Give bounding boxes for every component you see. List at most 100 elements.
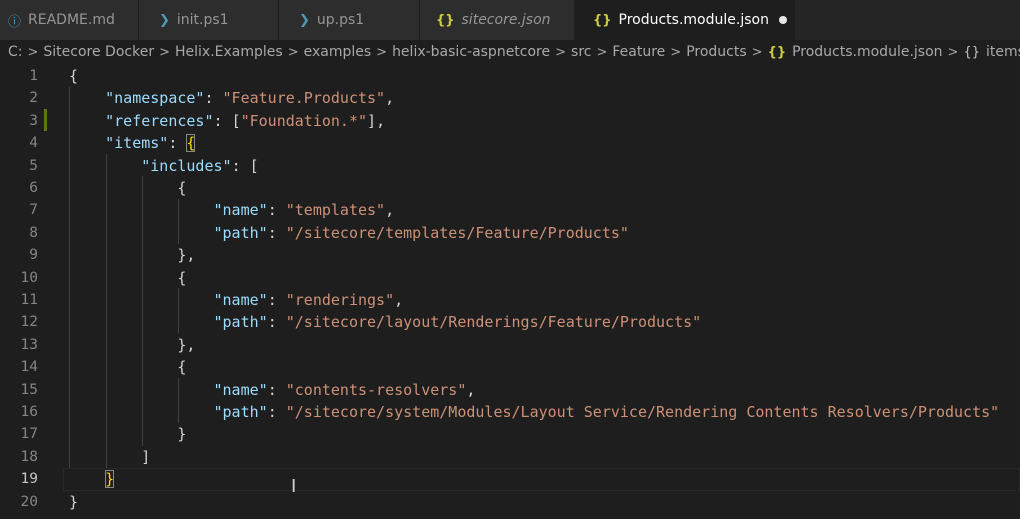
line-number: 4: [29, 135, 38, 152]
code-text: {: [69, 67, 79, 85]
breadcrumb-item[interactable]: Helix.Examples: [175, 44, 283, 60]
line-number: 7: [29, 202, 38, 219]
code-text: "name": "renderings",: [213, 291, 404, 309]
code-line: 16 "path": "/sitecore/system/Modules/Lay…: [0, 401, 1020, 423]
tab-init-ps1[interactable]: ❯ init.ps1: [139, 0, 279, 40]
tab-readme[interactable]: ⓘ README.md: [0, 0, 139, 40]
code-line: 12 "path": "/sitecore/layout/Renderings/…: [0, 311, 1020, 333]
tab-up-ps1[interactable]: ❯ up.ps1: [279, 0, 420, 40]
tab-label: Products.module.json: [618, 12, 769, 28]
bracket-match: {: [186, 134, 196, 153]
line-number: 5: [29, 157, 38, 174]
line-number: 13: [20, 336, 38, 353]
code-text: {: [177, 268, 187, 287]
tab-label: init.ps1: [176, 12, 229, 28]
code-line: 14 {: [0, 356, 1020, 378]
code-line: 13 },: [0, 334, 1020, 356]
chevron-right-icon: >: [287, 44, 299, 60]
code-text: }: [177, 425, 187, 444]
line-number: 3: [29, 112, 38, 129]
breadcrumb-item[interactable]: helix-basic-aspnetcore: [392, 44, 550, 60]
line-number: 20: [20, 493, 38, 510]
chevron-right-icon: >: [376, 44, 388, 60]
breadcrumb-symbol-label: items: [985, 44, 1020, 60]
code-line: 9 },: [0, 244, 1020, 266]
object-braces-icon: {}: [963, 44, 980, 60]
code-text: "name": "contents-resolvers",: [213, 380, 476, 399]
line-number: 8: [29, 224, 38, 241]
breadcrumb: C: > Sitecore Docker > Helix.Examples > …: [0, 40, 1020, 64]
code-text: }: [69, 492, 79, 511]
line-number: 18: [20, 448, 38, 465]
code-text: },: [177, 246, 196, 265]
json-icon: {}: [436, 12, 455, 28]
json-icon: {}: [767, 44, 787, 60]
chevron-right-icon: >: [596, 44, 608, 60]
code-text: "items": {: [105, 134, 196, 153]
line-number: 19: [20, 471, 38, 488]
code-line-current: 19 }: [0, 468, 1020, 491]
code-text: "path": "/sitecore/templates/Feature/Pro…: [213, 223, 629, 242]
code-editor[interactable]: 1 { 2 "namespace": "Feature.Products", 3…: [0, 64, 1020, 519]
code-line: 8 "path": "/sitecore/templates/Feature/P…: [0, 222, 1020, 244]
breadcrumb-item[interactable]: Products: [686, 44, 746, 60]
chevron-right-icon: >: [555, 44, 567, 60]
code-text: ]: [141, 447, 151, 466]
breadcrumb-symbol[interactable]: {} items: [963, 44, 1020, 60]
tab-products-module-json[interactable]: {} Products.module.json: [575, 0, 795, 40]
code-line: 11 "name": "renderings",: [0, 289, 1020, 311]
breadcrumb-file-label: Products.module.json: [792, 44, 943, 60]
code-text: "namespace": "Feature.Products",: [105, 89, 395, 108]
breadcrumb-item[interactable]: C:: [8, 44, 23, 60]
json-icon: {}: [593, 12, 612, 28]
code-line: 5 "includes": [: [0, 155, 1020, 177]
line-number: 16: [20, 404, 38, 420]
code-line: 1 {: [0, 65, 1020, 87]
chevron-right-icon: >: [947, 44, 959, 60]
code-text: },: [177, 335, 196, 354]
powershell-icon: ❯: [299, 12, 310, 28]
code-text: "references": ["Foundation.*"],: [105, 111, 386, 130]
code-line: 7 "name": "templates",: [0, 199, 1020, 221]
breadcrumb-item[interactable]: examples: [304, 44, 372, 60]
code-line: 20 }: [0, 491, 1020, 513]
code-line: 18 ]: [0, 446, 1020, 468]
unsaved-dot-icon[interactable]: [778, 16, 787, 24]
chevron-right-icon: >: [159, 44, 170, 60]
breadcrumb-item[interactable]: src: [571, 44, 591, 60]
line-number: 1: [29, 68, 38, 84]
chevron-right-icon: >: [751, 44, 763, 60]
line-number: 14: [20, 359, 38, 376]
breadcrumb-item[interactable]: Sitecore Docker: [43, 44, 154, 60]
code-text: {: [177, 358, 187, 377]
code-line: 2 "namespace": "Feature.Products",: [0, 87, 1020, 109]
code-text: "includes": [: [141, 156, 259, 175]
chevron-right-icon: >: [27, 44, 39, 60]
code-line: 3 "references": ["Foundation.*"],: [0, 110, 1020, 132]
current-line-highlight: [63, 468, 1020, 491]
code-line: 17 }: [0, 423, 1020, 445]
tab-bar: ⓘ README.md ❯ init.ps1 ❯ up.ps1 {} sitec…: [0, 0, 1020, 40]
line-number: 10: [20, 269, 38, 286]
code-line: 6 {: [0, 177, 1020, 199]
tab-sitecore-json[interactable]: {} sitecore.json: [420, 0, 575, 40]
line-number: 15: [20, 381, 38, 398]
tab-label: up.ps1: [316, 12, 365, 28]
line-number: 2: [29, 90, 38, 107]
text-cursor-icon: I: [291, 476, 297, 497]
breadcrumb-file[interactable]: {} Products.module.json: [768, 44, 943, 60]
code-text: "path": "/sitecore/layout/Renderings/Fea…: [213, 313, 702, 332]
line-number: 11: [20, 292, 38, 308]
code-text: {: [177, 179, 187, 197]
code-text: }: [69, 468, 115, 490]
line-number: 6: [29, 180, 38, 196]
powershell-icon: ❯: [159, 12, 170, 28]
line-number: 9: [29, 247, 38, 264]
chevron-right-icon: >: [670, 44, 682, 60]
tab-label: sitecore.json: [461, 12, 551, 28]
tab-label: README.md: [28, 12, 115, 28]
breadcrumb-item[interactable]: Feature: [612, 44, 665, 60]
line-number: 17: [20, 426, 38, 443]
code-text: "path": "/sitecore/system/Modules/Layout…: [213, 403, 1000, 421]
bracket-match: }: [105, 470, 115, 489]
